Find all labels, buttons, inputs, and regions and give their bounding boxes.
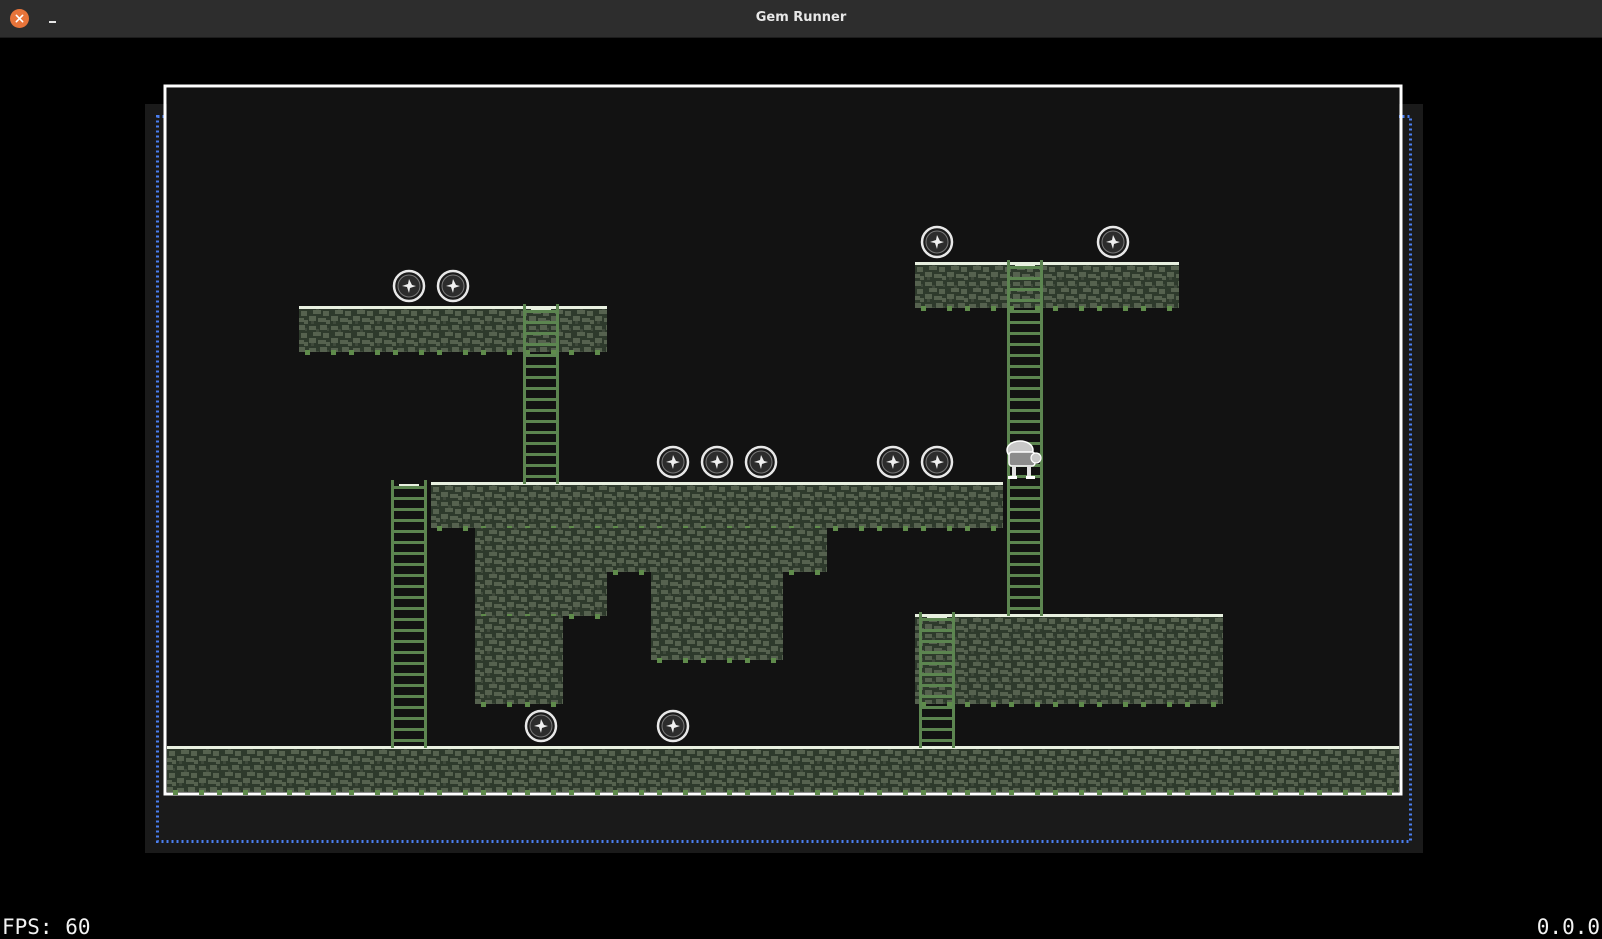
level-canvas xyxy=(145,84,1423,853)
floor-platform xyxy=(167,746,1399,795)
gem-10 xyxy=(524,709,558,743)
gem-8 xyxy=(876,445,910,479)
gem-5 xyxy=(656,445,690,479)
gem-3 xyxy=(920,225,954,259)
version-label: 0.0.0 xyxy=(1536,915,1600,939)
title-bar: Gem Runner xyxy=(0,0,1602,38)
fps-counter: FPS: 60 xyxy=(2,915,91,939)
game-viewport[interactable]: FPS: 60 0.0.0 xyxy=(0,38,1602,939)
gem-7 xyxy=(744,445,778,479)
platform-2 xyxy=(915,262,1179,311)
rock-overhang-2 xyxy=(607,528,651,575)
platform-3 xyxy=(431,482,1003,531)
rock-overhang-5 xyxy=(475,616,563,707)
platform-4 xyxy=(915,614,1223,707)
playfield-frame xyxy=(145,84,1423,853)
gem-1 xyxy=(392,269,426,303)
platform-1 xyxy=(299,306,607,355)
gem-6 xyxy=(700,445,734,479)
gem-2 xyxy=(436,269,470,303)
gem-11 xyxy=(656,709,690,743)
gem-4 xyxy=(1096,225,1130,259)
window-title: Gem Runner xyxy=(755,10,847,25)
rock-overhang-3 xyxy=(651,528,783,663)
rock-overhang-4 xyxy=(783,528,827,575)
gem-9 xyxy=(920,445,954,479)
rock-overhang-1 xyxy=(475,528,607,619)
